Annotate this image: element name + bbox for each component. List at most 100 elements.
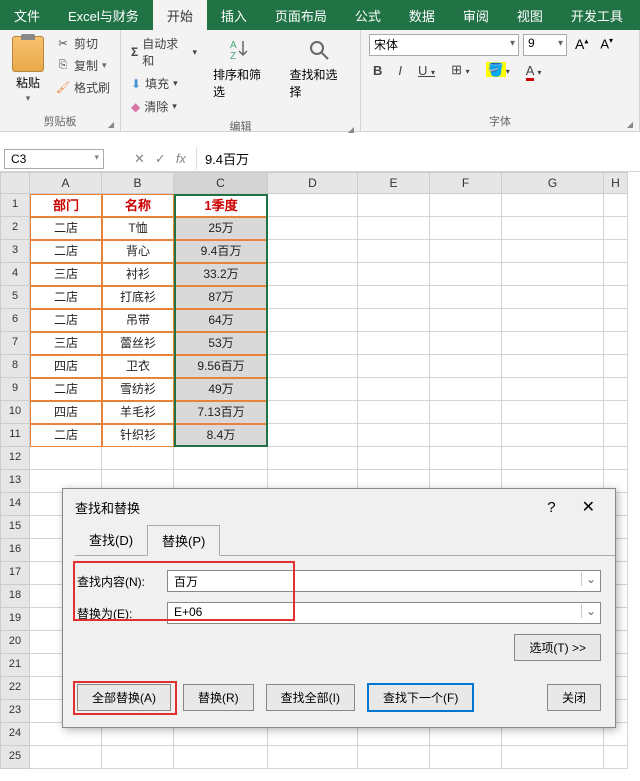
cell[interactable]: T恤 xyxy=(102,217,174,240)
clear-button[interactable]: ◆ 清除 ▾ xyxy=(129,97,199,116)
formula-bar[interactable]: 9.4百万 xyxy=(196,147,640,170)
cell[interactable] xyxy=(358,194,430,217)
cell[interactable] xyxy=(268,332,358,355)
close-button[interactable]: 关闭 xyxy=(547,684,601,711)
cell[interactable]: 二店 xyxy=(30,240,102,263)
cell[interactable]: 三店 xyxy=(30,263,102,286)
find-next-button[interactable]: 查找下一个(F) xyxy=(367,683,474,712)
cell[interactable] xyxy=(604,309,628,332)
row-header[interactable]: 9 xyxy=(0,378,30,401)
cell[interactable] xyxy=(268,401,358,424)
row-header[interactable]: 17 xyxy=(0,562,30,585)
cell[interactable] xyxy=(358,217,430,240)
cell[interactable]: 25万 xyxy=(174,217,268,240)
cell[interactable] xyxy=(268,240,358,263)
col-header[interactable]: F xyxy=(430,172,502,194)
cell[interactable]: 7.13百万 xyxy=(174,401,268,424)
cell[interactable] xyxy=(268,424,358,447)
cell[interactable]: 羊毛衫 xyxy=(102,401,174,424)
cell[interactable]: 针织衫 xyxy=(102,424,174,447)
autosum-button[interactable]: Σ 自动求和 ▾ xyxy=(129,34,199,70)
cell[interactable] xyxy=(604,746,628,769)
cell[interactable] xyxy=(358,424,430,447)
cell[interactable] xyxy=(268,194,358,217)
row-header[interactable]: 19 xyxy=(0,608,30,631)
sort-filter-button[interactable]: AZ 排序和筛选 xyxy=(209,34,276,116)
row-header[interactable]: 4 xyxy=(0,263,30,286)
cell[interactable] xyxy=(358,309,430,332)
col-header[interactable]: E xyxy=(358,172,430,194)
select-all-corner[interactable] xyxy=(0,172,30,194)
cell[interactable] xyxy=(430,746,502,769)
row-header[interactable]: 14 xyxy=(0,493,30,516)
cell[interactable] xyxy=(604,378,628,401)
row-header[interactable]: 13 xyxy=(0,470,30,493)
cell[interactable] xyxy=(430,378,502,401)
cell[interactable] xyxy=(502,447,604,470)
cell[interactable] xyxy=(502,746,604,769)
cell[interactable]: 三店 xyxy=(30,332,102,355)
cell[interactable]: 二店 xyxy=(30,286,102,309)
borders-button[interactable]: ⊞ ▾ xyxy=(447,60,474,80)
col-header[interactable]: A xyxy=(30,172,102,194)
replace-all-button[interactable]: 全部替换(A) xyxy=(77,684,171,711)
col-header[interactable]: B xyxy=(102,172,174,194)
cell[interactable] xyxy=(502,286,604,309)
row-header[interactable]: 3 xyxy=(0,240,30,263)
cell[interactable]: 49万 xyxy=(174,378,268,401)
close-icon[interactable]: ✕ xyxy=(574,497,603,517)
shrink-font-button[interactable]: A▾ xyxy=(596,34,617,56)
cell[interactable] xyxy=(502,355,604,378)
cell[interactable] xyxy=(358,263,430,286)
cell[interactable]: 吊带 xyxy=(102,309,174,332)
cell[interactable]: 二店 xyxy=(30,309,102,332)
ribbon-tab[interactable]: 文件 xyxy=(0,0,54,30)
cell[interactable] xyxy=(268,263,358,286)
cell[interactable] xyxy=(268,746,358,769)
cell[interactable] xyxy=(604,332,628,355)
font-family-select[interactable]: 宋体 xyxy=(369,34,519,56)
cell[interactable]: 9.4百万 xyxy=(174,240,268,263)
cell[interactable] xyxy=(604,286,628,309)
cell[interactable]: 1季度 xyxy=(174,194,268,217)
ribbon-tab[interactable]: 开发工具 xyxy=(557,0,637,30)
font-color-button[interactable]: A ▾ xyxy=(522,61,546,80)
cell[interactable] xyxy=(604,447,628,470)
cell[interactable] xyxy=(430,332,502,355)
cell[interactable] xyxy=(430,240,502,263)
cell[interactable] xyxy=(430,286,502,309)
options-button[interactable]: 选项(T) >> xyxy=(514,634,601,661)
cell[interactable]: 9.56百万 xyxy=(174,355,268,378)
cell[interactable] xyxy=(430,194,502,217)
col-header[interactable]: G xyxy=(502,172,604,194)
cell[interactable] xyxy=(102,746,174,769)
cell[interactable] xyxy=(430,263,502,286)
cell[interactable] xyxy=(268,355,358,378)
tab-replace[interactable]: 替换(P) xyxy=(147,525,220,556)
cell[interactable] xyxy=(502,194,604,217)
ribbon-tab[interactable]: 开始 xyxy=(153,0,207,30)
italic-button[interactable]: I xyxy=(394,61,406,80)
find-select-button[interactable]: 查找和选择 xyxy=(286,34,353,116)
row-header[interactable]: 23 xyxy=(0,700,30,723)
cell[interactable] xyxy=(502,240,604,263)
row-header[interactable]: 6 xyxy=(0,309,30,332)
cell[interactable] xyxy=(358,355,430,378)
cell[interactable] xyxy=(502,332,604,355)
cell[interactable] xyxy=(604,194,628,217)
cell[interactable] xyxy=(430,447,502,470)
cell[interactable]: 二店 xyxy=(30,378,102,401)
cell[interactable]: 部门 xyxy=(30,194,102,217)
paste-button[interactable]: 粘贴▾ xyxy=(8,34,48,106)
row-header[interactable]: 18 xyxy=(0,585,30,608)
font-size-select[interactable]: 9 xyxy=(523,34,567,56)
row-header[interactable]: 12 xyxy=(0,447,30,470)
cut-button[interactable]: ✂剪切 xyxy=(54,34,112,53)
cell[interactable]: 卫衣 xyxy=(102,355,174,378)
cell[interactable]: 雪纺衫 xyxy=(102,378,174,401)
copy-button[interactable]: ⎘复制▾ xyxy=(54,56,112,75)
cell[interactable]: 名称 xyxy=(102,194,174,217)
cell[interactable] xyxy=(268,447,358,470)
cell[interactable] xyxy=(358,286,430,309)
cell[interactable] xyxy=(430,401,502,424)
